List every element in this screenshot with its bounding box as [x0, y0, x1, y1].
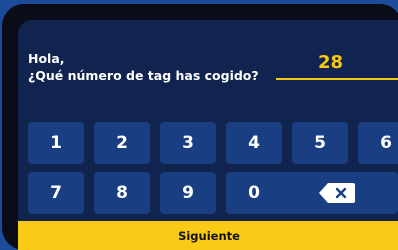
question-text: ¿Qué número de tag has cogido?	[28, 68, 259, 83]
backspace-icon	[318, 182, 356, 204]
kiosk-screen: Hola, ¿Qué número de tag has cogido? 28 …	[18, 20, 398, 250]
key-2[interactable]: 2	[94, 122, 150, 164]
prompt-text: Hola, ¿Qué número de tag has cogido?	[28, 50, 259, 84]
key-5[interactable]: 5	[292, 122, 348, 164]
key-6[interactable]: 6	[358, 122, 398, 164]
key-9[interactable]: 9	[160, 172, 216, 214]
key-1[interactable]: 1	[28, 122, 84, 164]
greeting-text: Hola,	[28, 51, 65, 66]
key-8[interactable]: 8	[94, 172, 150, 214]
tag-number-input[interactable]: 28	[318, 52, 343, 73]
input-underline	[276, 78, 398, 80]
backspace-key[interactable]	[276, 172, 398, 214]
key-3[interactable]: 3	[160, 122, 216, 164]
key-0[interactable]: 0	[226, 172, 282, 214]
device-frame: Hola, ¿Qué número de tag has cogido? 28 …	[2, 4, 398, 250]
key-4[interactable]: 4	[226, 122, 282, 164]
key-7[interactable]: 7	[28, 172, 84, 214]
